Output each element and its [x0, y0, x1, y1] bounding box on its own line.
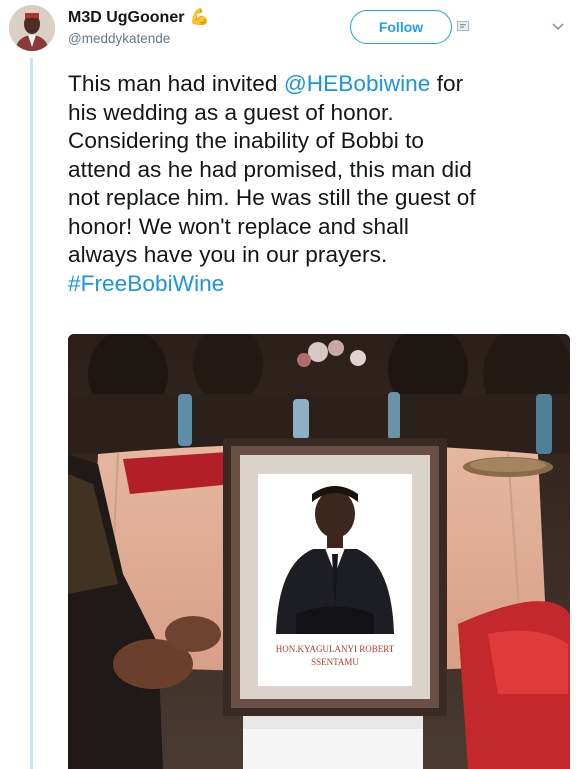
follow-button[interactable]: Follow [350, 10, 452, 44]
tweet-text: This man had invited @HEBobiwine for his… [68, 70, 568, 298]
display-name[interactable]: M3D UgGooner [68, 9, 184, 27]
wedding-photo: HON.KYAGULANYI ROBERT SSENTAMU [68, 334, 570, 769]
tweet-line: always have you in our prayers. [68, 242, 388, 267]
tweet-line: attend as he had promised, this man did [68, 156, 472, 182]
tweet-line: This man had invited @HEBobiwine for [68, 71, 464, 96]
avatar-image [9, 5, 55, 51]
tweet-photo[interactable]: HON.KYAGULANYI ROBERT SSENTAMU [68, 334, 570, 769]
user-handle[interactable]: @meddykatende [68, 31, 170, 46]
hashtag-link[interactable]: #FreeBobiWine [68, 270, 568, 299]
avatar[interactable] [9, 5, 55, 51]
tweet-line: his wedding as a guest of honor. [68, 99, 394, 125]
mention-link[interactable]: @HEBobiwine [284, 71, 431, 96]
author-name-row[interactable]: M3D UgGooner 💪 [68, 9, 209, 27]
tweet-line: Considering the inability of Bobbi to [68, 128, 425, 153]
flexed-biceps-icon: 💪 [189, 9, 210, 26]
thread-line [30, 58, 33, 769]
tweet-line: honor! We won't replace and shall [68, 213, 409, 239]
frame-caption: SSENTAMU [311, 657, 359, 667]
tweet-line: not replace him. He was still the guest … [68, 185, 476, 210]
chevron-down-icon[interactable] [552, 23, 564, 31]
frame-caption: HON.KYAGULANYI ROBERT [276, 644, 395, 654]
add-user-icon[interactable] [457, 21, 469, 31]
